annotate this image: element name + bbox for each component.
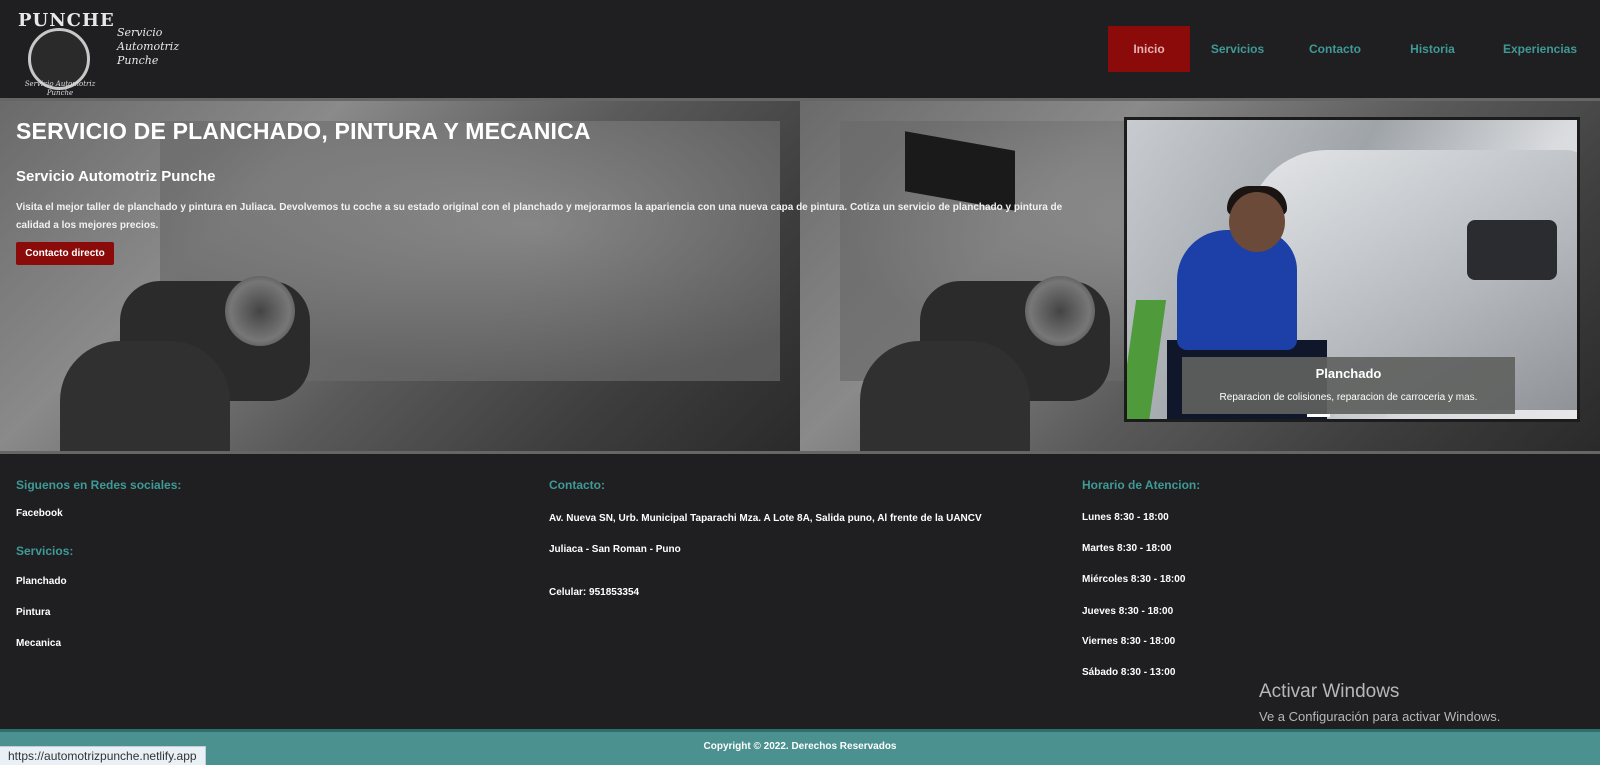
hours-item: Sábado 8:30 - 13:00 [1082,667,1176,678]
nav-servicios[interactable]: Servicios [1195,26,1280,72]
service-link-planchado[interactable]: Planchado [16,576,67,587]
carousel-indicator-2[interactable] [1335,414,1358,417]
services-carousel[interactable]: Planchado Reparacion de colisiones, repa… [1124,117,1580,422]
brand-logo[interactable]: PUNCHE Servicio Automotriz Punche [18,10,114,97]
tagline-line: Punche [117,54,159,67]
footer-social-column: Siguenos en Redes sociales: Facebook Ser… [16,478,182,649]
nav-inicio[interactable]: Inicio [1108,26,1190,72]
tagline-line: Automotriz [117,40,180,53]
windows-activation-title: Activar Windows [1259,681,1400,702]
footer-contact-column: Contacto: Av. Nueva SN, Urb. Municipal T… [549,478,982,598]
hero-description: Visita el mejor taller de planchado y pi… [16,202,1063,231]
contact-heading: Contacto: [549,478,605,492]
hand-shape [60,341,230,451]
nav-contacto[interactable]: Contacto [1290,26,1380,72]
hero-background-image [0,101,800,451]
hero-subtitle: Servicio Automotriz Punche [16,168,216,185]
nav-historia[interactable]: Historia [1390,26,1475,72]
hours-item: Martes 8:30 - 18:00 [1082,543,1172,554]
logo-subtitle: Servicio Automotriz Punche [24,80,96,97]
tagline-line: Servicio [117,26,163,39]
brand-tagline: Servicio Automotriz Punche [117,26,179,68]
site-header: PUNCHE Servicio Automotriz Punche Servic… [0,0,1600,98]
hours-item: Miércoles 8:30 - 18:00 [1082,574,1186,585]
carousel-indicators [1307,414,1386,417]
hours-heading: Horario de Atencion: [1082,478,1201,492]
contact-address: Av. Nueva SN, Urb. Municipal Taparachi M… [549,513,982,524]
copyright-text: Copyright © 2022. Derechos Reservados [703,741,897,752]
facebook-link[interactable]: Facebook [16,508,63,519]
caption-title: Planchado [1315,366,1382,381]
windows-activation-text: Ve a Configuración para activar Windows. [1259,709,1501,724]
hero-title: SERVICIO DE PLANCHADO, PINTURA Y MECANIC… [16,118,591,144]
contact-phone: Celular: 951853354 [549,587,640,598]
browser-status-url: https://automotrizpunche.netlify.app [0,746,206,765]
services-heading: Servicios: [16,544,74,558]
slide-car-light [1467,220,1557,280]
grinder-disc-shape [1025,276,1095,346]
hours-item: Jueves 8:30 - 18:00 [1082,606,1174,617]
copyright-bar: Copyright © 2022. Derechos Reservados [0,729,1600,765]
caption-text: Reparacion de colisiones, reparacion de … [1219,392,1478,403]
service-link-pintura[interactable]: Pintura [16,607,50,618]
slide-worker-shirt [1177,230,1297,350]
contact-city: Juliaca - San Roman - Puno [549,544,681,555]
hand-shape [860,341,1030,451]
service-link-mecanica[interactable]: Mecanica [16,638,61,649]
grinder-disc-shape [225,276,295,346]
footer-hours-column: Horario de Atencion: Lunes 8:30 - 18:00 … [1082,478,1201,678]
carousel-indicator-1[interactable] [1307,414,1330,417]
hours-item: Viernes 8:30 - 18:00 [1082,636,1176,647]
social-heading: Siguenos en Redes sociales: [16,478,182,492]
carousel-caption: Planchado Reparacion de colisiones, repa… [1182,357,1515,414]
hours-item: Lunes 8:30 - 18:00 [1082,512,1169,523]
carousel-indicator-3[interactable] [1363,414,1386,417]
nav-experiencias[interactable]: Experiencias [1488,26,1592,72]
slide-worker-head [1229,192,1285,252]
contact-direct-button[interactable]: Contacto directo [16,242,114,265]
